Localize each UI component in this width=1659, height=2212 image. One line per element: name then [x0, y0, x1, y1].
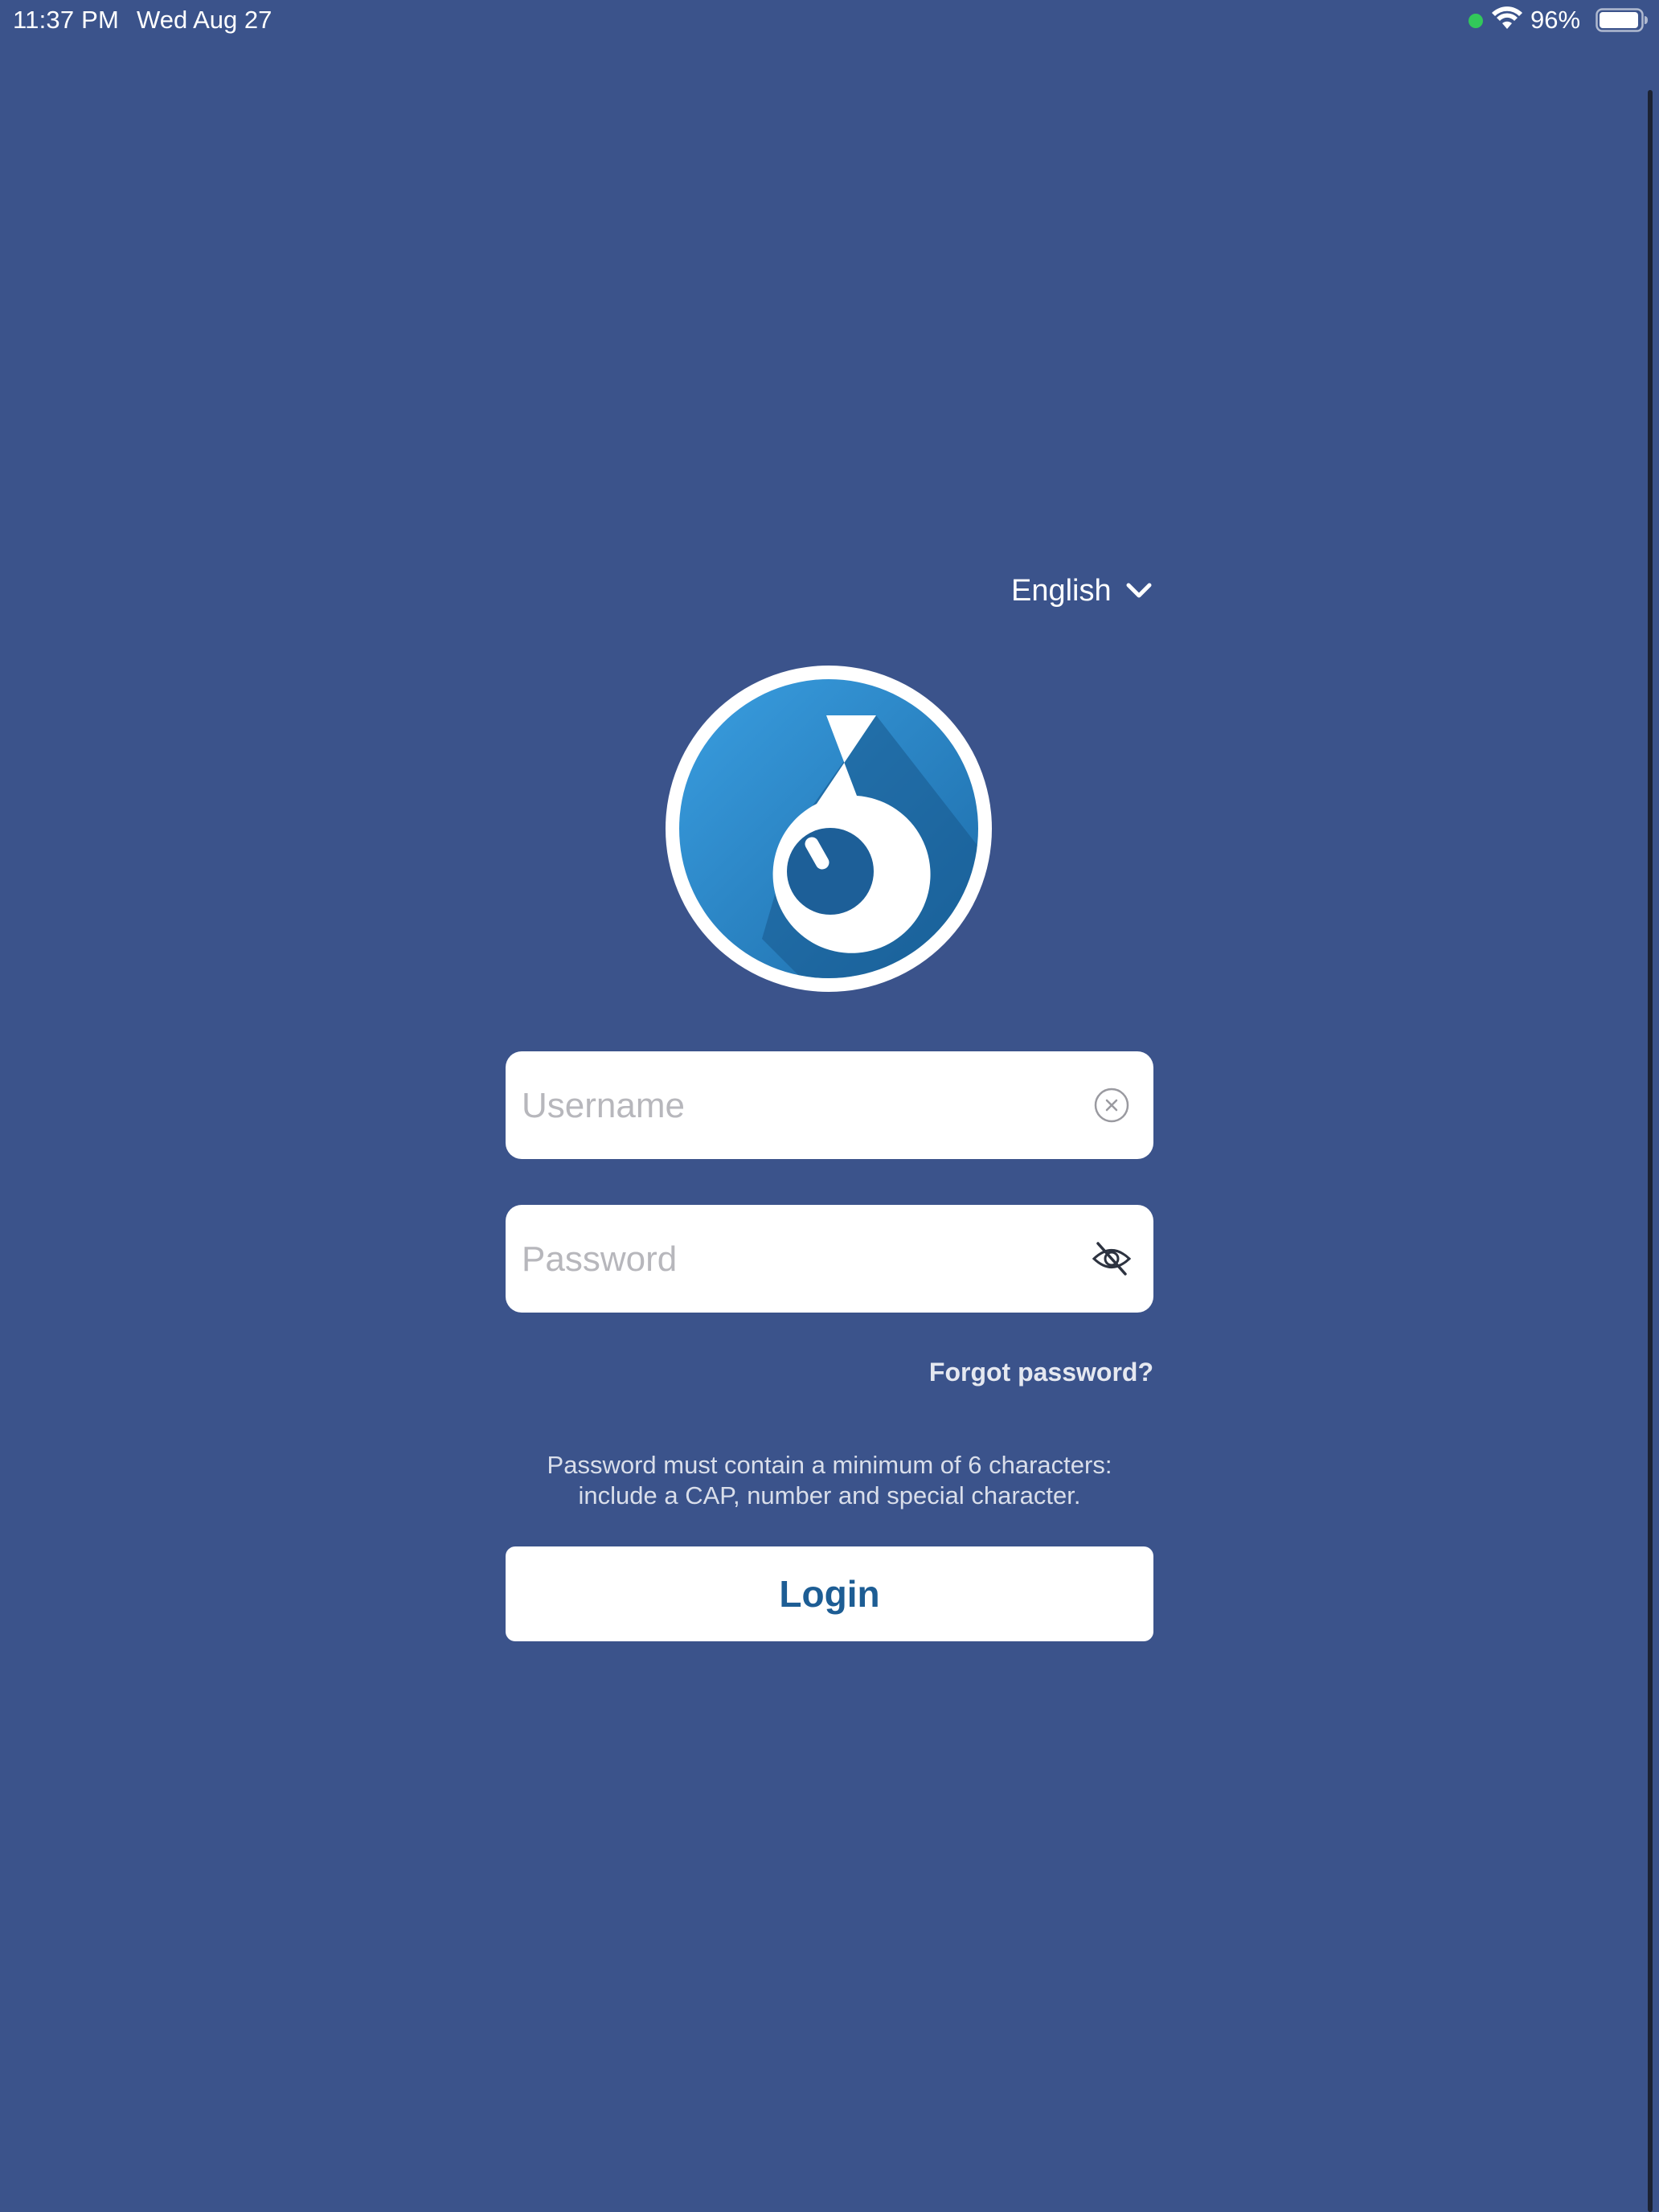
- password-input[interactable]: [520, 1205, 1086, 1314]
- battery-percentage: 96%: [1530, 6, 1581, 34]
- hint-line-2: include a CAP, number and special charac…: [578, 1481, 1081, 1509]
- status-bar: 11:37 PM Wed Aug 27 96%: [0, 0, 1659, 42]
- battery-icon: [1596, 8, 1648, 32]
- language-selector[interactable]: English: [1011, 571, 1153, 611]
- status-time: 11:37 PM: [13, 6, 119, 34]
- clear-icon[interactable]: [1093, 1087, 1130, 1124]
- password-field[interactable]: [506, 1205, 1153, 1314]
- username-field[interactable]: [506, 1051, 1153, 1161]
- chevron-down-icon: [1126, 583, 1152, 598]
- forgot-password-link[interactable]: Forgot password?: [929, 1358, 1153, 1387]
- password-requirements-hint: Password must contain a minimum of 6 cha…: [506, 1450, 1153, 1511]
- status-date: Wed Aug 27: [137, 6, 272, 34]
- username-input[interactable]: [520, 1051, 1086, 1161]
- login-button[interactable]: Login: [506, 1546, 1153, 1641]
- app-logo: [666, 666, 992, 992]
- scroll-indicator[interactable]: [1648, 90, 1653, 2212]
- recording-indicator-dot: [1469, 14, 1483, 28]
- eye-hidden-icon[interactable]: [1092, 1240, 1132, 1277]
- language-label: English: [1011, 573, 1112, 608]
- wifi-icon: [1492, 6, 1522, 29]
- hint-line-1: Password must contain a minimum of 6 cha…: [547, 1451, 1112, 1479]
